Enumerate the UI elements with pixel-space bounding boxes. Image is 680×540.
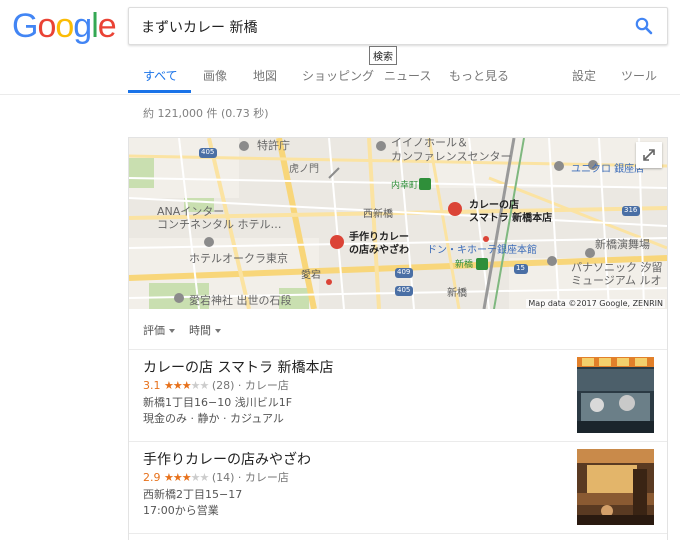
stars-empty: ★★	[190, 471, 210, 484]
logo-letter: o	[55, 7, 74, 45]
map-label: ユニクロ 銀座店	[571, 164, 645, 175]
place-attributes: 現金のみ · 静か · カジュアル	[143, 412, 284, 425]
place-rating: 2.9 ★★★★★ (14) · カレー店	[143, 469, 289, 485]
logo-letter: o	[37, 7, 56, 45]
filter-hours-label: 時間	[189, 324, 211, 337]
stars-filled: ★★★	[164, 379, 192, 392]
route-405: 405	[201, 148, 215, 156]
map-label: ホテルオークラ東京	[189, 252, 288, 265]
map-label: カンファレンスセンター	[391, 150, 512, 163]
caret-down-icon	[215, 329, 221, 333]
map-label: 虎ノ門	[289, 164, 319, 175]
expand-icon	[643, 149, 655, 161]
map-label: 愛宕	[301, 270, 321, 281]
tab-news[interactable]: ニュース	[384, 67, 431, 84]
map-label: 内幸町	[391, 181, 419, 191]
result-stats: 約 121,000 件 (0.73 秒)	[143, 107, 269, 120]
stars-filled: ★★★	[164, 471, 192, 484]
tab-more[interactable]: もっと見る	[449, 67, 509, 84]
map-attribution: Map data ©2017 Google, ZENRIN	[526, 299, 665, 308]
review-count[interactable]: (28)	[212, 379, 235, 392]
map-label: ドン・キホーテ銀座本館	[427, 245, 537, 256]
map-label: 新橋	[447, 288, 467, 299]
search-box[interactable]: まずいカレー 新橋	[128, 7, 668, 45]
map[interactable]: 特許庁 イイノホール＆ カンファレンスセンター ユニクロ 銀座店 虎ノ門 内幸町…	[129, 138, 667, 309]
map-label-sumatra: スマトラ 新橋本店	[469, 213, 553, 224]
tab-maps[interactable]: 地図	[253, 67, 277, 84]
logo-letter: e	[97, 7, 117, 45]
map-label: 西新橋	[363, 209, 393, 220]
place-photo[interactable]	[577, 357, 654, 433]
place-hours: 17:00から営業	[143, 504, 219, 517]
search-icon[interactable]	[635, 17, 653, 35]
logo-letter: g	[73, 7, 92, 45]
place-rating: 3.1 ★★★★★ (28) · カレー店	[143, 377, 289, 393]
route-15: 15	[516, 264, 525, 272]
filter-bar: 評価 時間	[129, 309, 667, 350]
tab-shopping[interactable]: ショッピング	[302, 67, 374, 84]
rating-value: 2.9	[143, 471, 161, 484]
star-rating-icon: ★★★★★	[164, 379, 210, 392]
place-address: 西新橋2丁目15−17	[143, 488, 243, 501]
place-result[interactable]: 手作りカレーの店みやざわ 2.9 ★★★★★ (14) · カレー店 西新橋2丁…	[129, 441, 667, 534]
search-tabs: すべて 画像 地図 ショッピング ニュース もっと見る 設定 ツール	[0, 62, 680, 95]
map-label: 新橋	[455, 260, 474, 270]
route-405: 405	[397, 286, 411, 294]
place-name[interactable]: 手作りカレーの店みやざわ	[143, 449, 311, 469]
route-316: 316	[624, 206, 638, 214]
search-input[interactable]: まずいカレー 新橋	[141, 17, 257, 37]
place-name[interactable]: カレーの店 スマトラ 新橋本店	[143, 357, 333, 377]
route-409: 409	[397, 268, 411, 276]
google-logo[interactable]: Google	[12, 7, 117, 45]
place-result[interactable]: カレーの店 スマトラ 新橋本店 3.1 ★★★★★ (28) · カレー店 新橋…	[129, 349, 667, 442]
tab-settings[interactable]: 設定	[572, 67, 596, 84]
local-results-card: 特許庁 イイノホール＆ カンファレンスセンター ユニクロ 銀座店 虎ノ門 内幸町…	[128, 137, 668, 540]
map-label: コンチネンタル ホテル…	[157, 218, 282, 231]
map-label: 新橋演舞場	[595, 238, 650, 251]
map-label: 特許庁	[257, 139, 290, 152]
tab-all[interactable]: すべて	[143, 67, 178, 84]
rating-value: 3.1	[143, 379, 161, 392]
map-label-miyazawa: の店みやざわ	[349, 245, 409, 256]
place-category: · カレー店	[237, 471, 289, 484]
active-tab-indicator	[128, 90, 191, 93]
place-photo[interactable]	[577, 449, 654, 525]
place-category: · カレー店	[237, 379, 289, 392]
star-rating-icon: ★★★★★	[164, 471, 210, 484]
map-label: 愛宕神社 出世の石段	[189, 294, 292, 307]
map-label: ミュージアム ルオ	[571, 274, 662, 287]
logo-letter: G	[12, 7, 38, 45]
filter-hours[interactable]: 時間	[189, 322, 221, 338]
map-expand-button[interactable]	[636, 142, 662, 168]
place-address: 新橋1丁目16−10 浅川ビル1F	[143, 396, 293, 409]
caret-down-icon	[169, 329, 175, 333]
stars-empty: ★★	[190, 379, 210, 392]
review-count[interactable]: (14)	[212, 471, 235, 484]
tab-tools[interactable]: ツール	[621, 67, 657, 84]
filter-rating[interactable]: 評価	[143, 322, 175, 338]
filter-rating-label: 評価	[143, 324, 165, 337]
tab-images[interactable]: 画像	[203, 67, 227, 84]
